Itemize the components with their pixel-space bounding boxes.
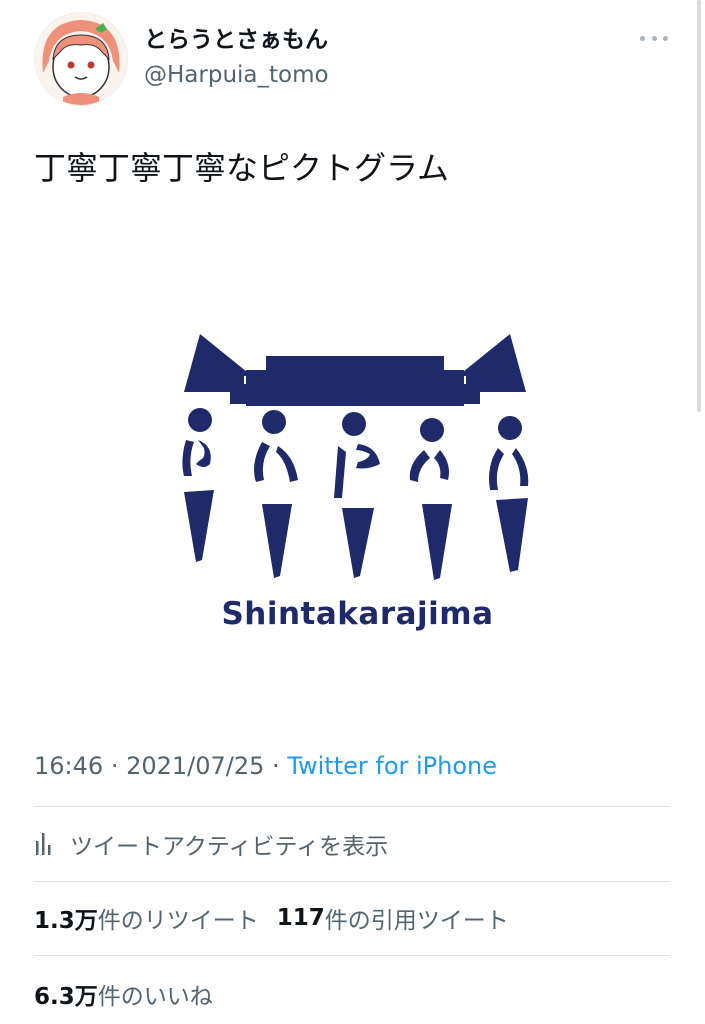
more-horizontal-icon-dot: [663, 35, 668, 41]
likes-stat[interactable]: 6.3万 件のいいね: [34, 974, 213, 1014]
likes-label: 件のいいね: [97, 984, 213, 1010]
figure-5: [489, 416, 529, 572]
tweet-activity-link[interactable]: ツイートアクティビティを表示: [34, 824, 388, 864]
divider: [34, 955, 670, 956]
avatar[interactable]: [34, 12, 128, 106]
figure-2: [254, 410, 298, 578]
display-name[interactable]: とらうとさぁもん: [144, 24, 328, 56]
stadium-left-stand: [184, 334, 252, 392]
more-options-button[interactable]: [636, 24, 672, 52]
tweet-activity-label: ツイートアクティビティを表示: [70, 834, 389, 860]
figure-4: [409, 418, 452, 580]
likes-count: 6.3万: [34, 984, 98, 1010]
pictogram-illustration: [182, 334, 529, 580]
stadium-top: [266, 356, 444, 372]
meta-separator: ·: [272, 752, 288, 780]
scrollbar[interactable]: [697, 0, 701, 412]
retweets-stat[interactable]: 1.3万 件のリツイート: [34, 901, 259, 935]
figure-3: [334, 412, 380, 578]
tweet-date[interactable]: 2021/07/25: [126, 752, 264, 780]
tweet-time[interactable]: 16:46: [34, 752, 103, 780]
meta-separator: ·: [110, 752, 127, 780]
divider: [34, 881, 670, 882]
stadium-base: [230, 384, 480, 404]
quotes-count: 117: [276, 905, 325, 931]
retweets-label: 件のリツイート: [97, 908, 259, 934]
tweet-source-link[interactable]: Twitter for iPhone: [287, 752, 497, 780]
logo-caption: Shintakarajima: [221, 596, 494, 632]
tweet-meta: 16:46 · 2021/07/25 · Twitter for iPhone: [34, 748, 497, 784]
bar-chart-icon: [36, 833, 51, 855]
figure-1: [182, 408, 214, 562]
user-handle[interactable]: @Harpuia_tomo: [144, 60, 329, 90]
tweet-text: 丁寧丁寧丁寧なピクトグラム: [34, 149, 450, 187]
quotes-label: 件の引用ツイート: [324, 908, 509, 934]
retweets-count: 1.3万: [34, 908, 98, 934]
avatar-illustration: [35, 13, 127, 105]
divider: [34, 806, 670, 807]
engagement-stats: 1.3万 件のリツイート 117 件の引用ツイート: [34, 898, 509, 938]
stadium-right-stand: [458, 334, 526, 392]
quotes-stat[interactable]: 117 件の引用ツイート: [277, 901, 509, 935]
more-horizontal-icon-dot: [651, 35, 657, 41]
more-horizontal-icon: [640, 35, 645, 41]
